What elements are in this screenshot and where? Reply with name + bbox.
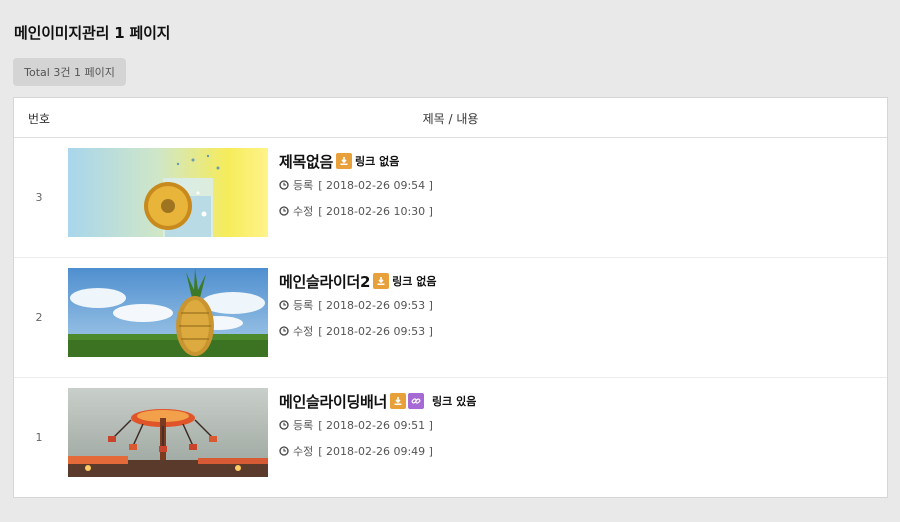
clock-icon (279, 420, 289, 430)
modified-value: [ 2018-02-26 09:49 ] (318, 444, 433, 458)
thumbnail-image[interactable] (68, 388, 268, 477)
column-header-title: 제목 / 내용 (422, 112, 479, 126)
clock-icon (279, 180, 289, 190)
item-title[interactable]: 메인슬라이더2 (279, 271, 370, 292)
download-icon[interactable] (336, 153, 353, 169)
row-number: 2 (35, 311, 43, 324)
thumbnail-image[interactable] (68, 148, 268, 237)
table-header: 번호 제목 / 내용 (14, 98, 887, 138)
link-status: 링크 없음 (355, 155, 400, 168)
modified-date: 수정 [ 2018-02-26 09:49 ] (279, 444, 476, 458)
modified-value: [ 2018-02-26 10:30 ] (318, 204, 433, 218)
total-count-badge: Total 3건 1 페이지 (13, 58, 126, 86)
modified-label: 수정 (293, 445, 314, 458)
row-number: 3 (35, 191, 43, 204)
link-icon[interactable] (408, 393, 425, 409)
table-row[interactable]: 2 메인슬라이더2 링크 없음 등록 [2018-02-26 09:53] … (14, 258, 887, 378)
modified-label: 수정 (293, 325, 314, 338)
registered-date: 등록 [ 2018-02-26 09:51 ] (279, 418, 476, 432)
modified-date: 수정 [ 2018-02-26 10:30 ] (279, 204, 433, 218)
table-row[interactable]: 1 메인슬라이딩배너 링크 있음 등록 [2018-02-26 09:51]… (14, 378, 887, 498)
modified-date: 수정 [ 2018-02-26 09:53 ] (279, 324, 436, 338)
clock-icon (279, 446, 289, 456)
download-icon[interactable] (390, 393, 407, 409)
download-icon[interactable] (373, 273, 390, 289)
registered-date: 등록 [ 2018-02-26 09:54 ] (279, 178, 433, 192)
item-title[interactable]: 메인슬라이딩배너 (279, 391, 387, 412)
registered-label: 등록 (293, 299, 314, 312)
table-row[interactable]: 3 제목없음 링크 없음 등록 [2018-02-26 09:54] 수정 … (14, 138, 887, 258)
registered-value: [ 2018-02-26 09:54 ] (318, 178, 433, 192)
thumbnail-image[interactable] (68, 268, 268, 357)
modified-value: [ 2018-02-26 09:53 ] (318, 324, 433, 338)
clock-icon (279, 326, 289, 336)
link-status: 링크 있음 (432, 395, 477, 408)
image-list-table: 번호 제목 / 내용 3 제목없음 링크 없음 등록 [2018-02-26 … (13, 97, 888, 498)
modified-label: 수정 (293, 205, 314, 218)
registered-label: 등록 (293, 179, 314, 192)
item-title[interactable]: 제목없음 (279, 151, 333, 172)
row-number: 1 (35, 431, 43, 444)
registered-label: 등록 (293, 419, 314, 432)
clock-icon (279, 300, 289, 310)
registered-value: [ 2018-02-26 09:53 ] (318, 298, 433, 312)
link-status: 링크 없음 (392, 275, 437, 288)
registered-value: [ 2018-02-26 09:51 ] (318, 418, 433, 432)
page-title: 메인이미지관리 1 페이지 (14, 24, 171, 42)
registered-date: 등록 [ 2018-02-26 09:53 ] (279, 298, 436, 312)
clock-icon (279, 206, 289, 216)
